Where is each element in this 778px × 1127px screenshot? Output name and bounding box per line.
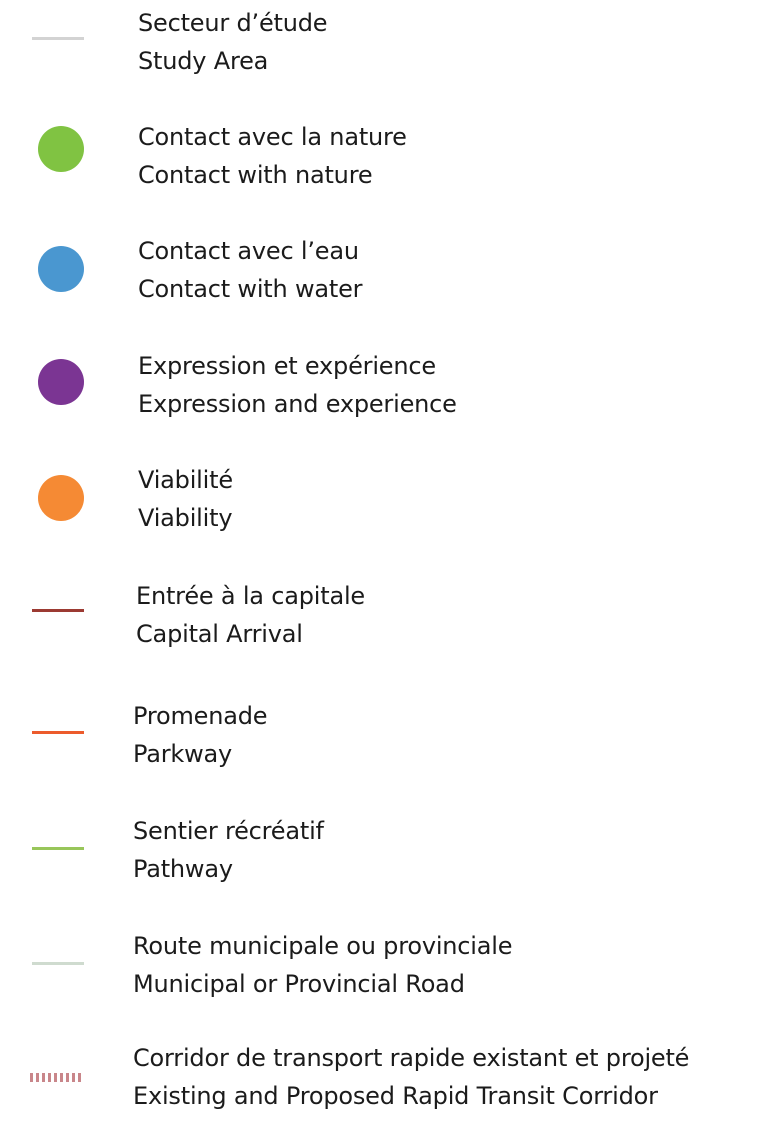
legend-item-viability: Viabilité Viability <box>0 458 778 548</box>
label-fr: Promenade <box>133 702 268 730</box>
label-en: Municipal or Provincial Road <box>133 970 465 998</box>
legend-label: Contact avec l’eau Contact with water <box>138 232 363 308</box>
label-en: Existing and Proposed Rapid Transit Corr… <box>133 1082 658 1110</box>
legend-item-expression: Expression et expérience Expression and … <box>0 344 778 434</box>
label-en: Pathway <box>133 855 233 883</box>
legend-item-pathway: Sentier récréatif Pathway <box>0 810 778 900</box>
legend-item-contact-water: Contact avec l’eau Contact with water <box>0 229 778 319</box>
blue-dot-icon <box>38 246 84 292</box>
legend-label: Expression et expérience Expression and … <box>138 347 457 423</box>
label-fr: Corridor de transport rapide existant et… <box>133 1044 690 1072</box>
label-fr: Secteur d’étude <box>138 9 328 37</box>
rapid-transit-dashed-icon <box>30 1073 82 1082</box>
label-en: Contact with nature <box>138 161 373 189</box>
label-fr: Viabilité <box>138 466 233 494</box>
legend-label: Entrée à la capitale Capital Arrival <box>136 577 365 653</box>
legend-label: Corridor de transport rapide existant et… <box>133 1039 689 1115</box>
pathway-line-icon <box>32 847 84 850</box>
legend-label: Sentier récréatif Pathway <box>133 812 324 888</box>
legend-label: Secteur d’étude Study Area <box>138 4 328 80</box>
legend-item-road: Route municipale ou provinciale Municipa… <box>0 925 778 1015</box>
legend-item-contact-nature: Contact avec la nature Contact with natu… <box>0 115 778 205</box>
legend-item-parkway: Promenade Parkway <box>0 695 778 785</box>
label-fr: Sentier récréatif <box>133 817 324 845</box>
orange-dot-icon <box>38 475 84 521</box>
parkway-line-icon <box>32 731 84 734</box>
label-en: Contact with water <box>138 275 363 303</box>
label-fr: Contact avec la nature <box>138 123 407 151</box>
legend-item-rapid-transit: Corridor de transport rapide existant et… <box>0 1037 778 1127</box>
legend-label: Promenade Parkway <box>133 697 268 773</box>
label-en: Viability <box>138 504 233 532</box>
legend-label: Contact avec la nature Contact with natu… <box>138 118 407 194</box>
purple-dot-icon <box>38 359 84 405</box>
label-fr: Expression et expérience <box>138 352 436 380</box>
label-en: Study Area <box>138 47 269 75</box>
legend-label: Route municipale ou provinciale Municipa… <box>133 927 513 1003</box>
label-en: Expression and experience <box>138 390 457 418</box>
label-fr: Route municipale ou provinciale <box>133 932 513 960</box>
legend-item-capital-arrival: Entrée à la capitale Capital Arrival <box>0 574 778 664</box>
legend: Secteur d’étude Study Area Contact avec … <box>0 0 778 1115</box>
label-en: Parkway <box>133 740 233 768</box>
label-fr: Contact avec l’eau <box>138 237 359 265</box>
legend-item-study-area: Secteur d’étude Study Area <box>0 0 778 90</box>
road-line-icon <box>32 962 84 965</box>
label-fr: Entrée à la capitale <box>136 582 365 610</box>
legend-label: Viabilité Viability <box>138 461 233 537</box>
label-en: Capital Arrival <box>136 620 303 648</box>
green-dot-icon <box>38 126 84 172</box>
study-area-line-icon <box>32 37 84 40</box>
capital-arrival-line-icon <box>32 609 84 612</box>
